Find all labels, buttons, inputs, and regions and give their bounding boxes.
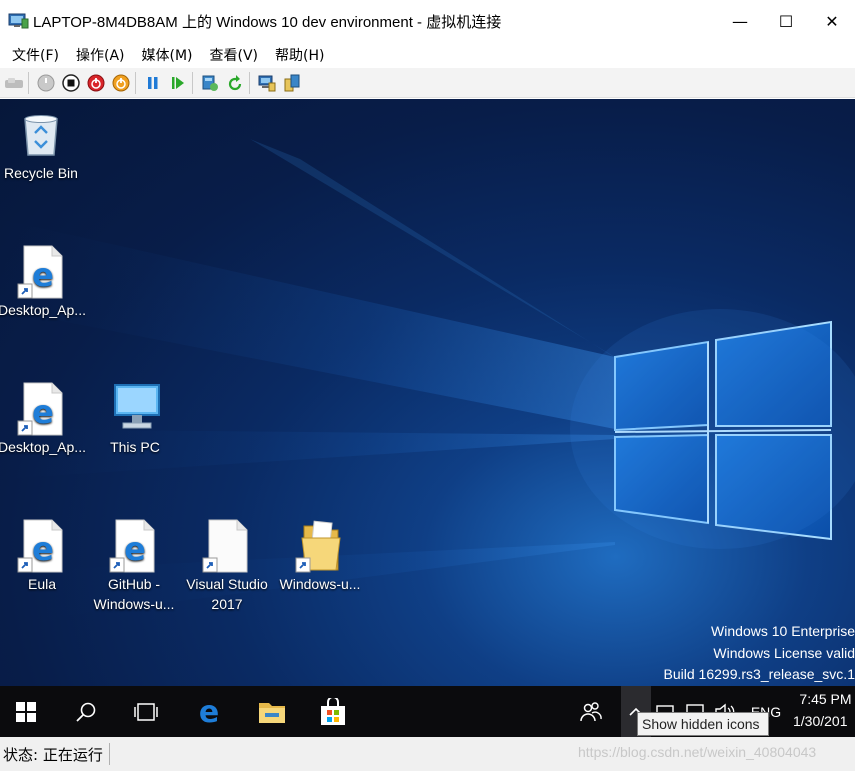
menu-help[interactable]: 帮助(H) <box>275 45 324 65</box>
enhanced-session-icon[interactable] <box>256 72 278 94</box>
menu-media[interactable]: 媒体(M) <box>142 45 193 65</box>
start-disabled-icon[interactable] <box>35 72 57 94</box>
desktop-icon-label: This PC <box>110 439 160 455</box>
task-view-icon <box>134 702 158 721</box>
reset-icon[interactable] <box>167 72 189 94</box>
desktop-icon-label: GitHub - Windows-u... <box>93 576 175 612</box>
svg-text:e: e <box>32 256 54 294</box>
search-icon <box>76 702 96 722</box>
desktop-icon-desktop-app-1[interactable]: e Desktop_Ap... <box>0 244 88 320</box>
menu-file[interactable]: 文件(F) <box>12 45 59 65</box>
toolbar <box>0 68 855 98</box>
status-separator <box>108 743 110 765</box>
vm-connection-window: LAPTOP-8M4DB8AM 上的 Windows 10 dev enviro… <box>0 0 855 771</box>
file-explorer-icon <box>259 702 285 723</box>
svg-text:e: e <box>124 530 146 568</box>
desktop-icon-this-pc[interactable]: This PC <box>89 381 181 457</box>
desktop-icon-label: Eula <box>27 576 57 592</box>
desktop-icon-label: Windows-u... <box>279 576 361 592</box>
computer-icon <box>109 381 161 433</box>
clock-time[interactable]: 7:45 PM <box>796 691 855 707</box>
share-icon[interactable] <box>281 72 303 94</box>
edition-line-3: Build 16299.rs3_release_svc.1 <box>663 666 855 682</box>
desktop-icon-recycle-bin[interactable]: Recycle Bin <box>0 107 87 183</box>
recycle-bin-icon <box>15 107 67 159</box>
edge-shortcut-icon: e <box>108 518 160 573</box>
status-text: 状态: 正在运行 <box>3 745 103 764</box>
menu-view[interactable]: 查看(V) <box>210 45 259 65</box>
windows-logo-icon <box>16 701 36 722</box>
window-title: LAPTOP-8M4DB8AM 上的 Windows 10 dev enviro… <box>33 13 502 31</box>
toolbar-separator <box>135 71 136 94</box>
people-button[interactable] <box>561 686 621 737</box>
taskbar-edge[interactable]: e <box>179 686 239 737</box>
save-state-icon[interactable] <box>110 72 132 94</box>
svg-text:e: e <box>32 393 54 431</box>
desktop-icon-label: Visual Studio 2017 <box>186 576 268 612</box>
desktop-icon-windows-folder[interactable]: Windows-u... <box>274 518 366 594</box>
desktop-icon-label: Desktop_Ap... <box>0 302 86 318</box>
csdn-watermark: https://blog.csdn.net/weixin_40804043 <box>578 744 817 760</box>
start-button[interactable] <box>0 686 52 737</box>
task-view-button[interactable] <box>116 686 176 737</box>
store-icon <box>321 697 345 725</box>
taskbar-file-explorer[interactable] <box>242 686 302 737</box>
edge-shortcut-icon: e <box>16 381 68 436</box>
svg-text:e: e <box>32 530 54 568</box>
vm-connection-app-icon <box>7 13 29 29</box>
menu-bar: 文件(F) 操作(A) 媒体(M) 查看(V) 帮助(H) <box>0 42 855 68</box>
toolbar-separator <box>192 71 193 94</box>
edge-shortcut-icon: e <box>16 518 68 573</box>
edge-icon: e <box>199 698 219 726</box>
title-bar[interactable]: LAPTOP-8M4DB8AM 上的 Windows 10 dev enviro… <box>0 0 855 42</box>
clock-date[interactable]: 1/30/201 <box>793 713 855 729</box>
desktop-icon-visual-studio[interactable]: Visual Studio 2017 <box>181 518 273 614</box>
blank-document-shortcut-icon <box>201 518 253 573</box>
minimize-button[interactable]: — <box>717 0 763 42</box>
shut-down-icon[interactable] <box>85 72 107 94</box>
menu-action[interactable]: 操作(A) <box>76 45 125 65</box>
edition-line-1: Windows 10 Enterprise <box>711 623 855 639</box>
people-icon <box>580 701 602 721</box>
turn-off-icon[interactable] <box>60 72 82 94</box>
taskbar-store[interactable] <box>303 686 363 737</box>
vm-desktop[interactable]: Recycle Bin e Desktop_Ap... e Desktop_Ap… <box>0 99 855 686</box>
edge-shortcut-icon: e <box>16 244 68 299</box>
checkpoint-icon[interactable] <box>199 72 221 94</box>
desktop-icon-desktop-app-2[interactable]: e Desktop_Ap... <box>0 381 88 457</box>
folder-shortcut-icon <box>294 518 346 573</box>
toolbar-separator <box>249 71 250 94</box>
close-button[interactable]: ✕ <box>809 0 855 42</box>
maximize-button[interactable]: ☐ <box>763 0 809 42</box>
toolbar-separator <box>28 71 29 94</box>
search-button[interactable] <box>56 686 116 737</box>
show-hidden-icons-tooltip: Show hidden icons <box>637 712 769 736</box>
pause-icon[interactable] <box>142 72 164 94</box>
ctrl-alt-del-icon[interactable] <box>3 72 25 94</box>
svg-text:e: e <box>199 698 219 726</box>
desktop-icon-github[interactable]: e GitHub - Windows-u... <box>88 518 180 614</box>
desktop-icon-label: Recycle Bin <box>4 165 78 181</box>
edition-line-2: Windows License valid <box>713 645 855 661</box>
revert-icon[interactable] <box>224 72 246 94</box>
desktop-icon-eula[interactable]: e Eula <box>0 518 88 594</box>
desktop-icon-label: Desktop_Ap... <box>0 439 86 455</box>
